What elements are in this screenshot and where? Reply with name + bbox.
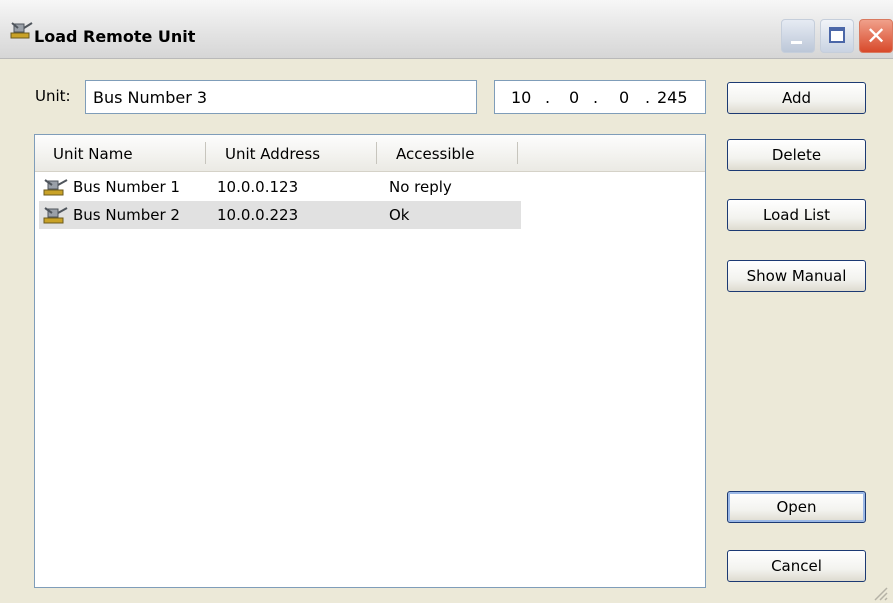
list-header: Unit Name Unit Address Accessible bbox=[35, 135, 705, 172]
add-button[interactable]: Add bbox=[727, 82, 866, 114]
close-button[interactable]: ✕ bbox=[859, 19, 893, 53]
cancel-button[interactable]: Cancel bbox=[727, 550, 866, 582]
accessible-cell: Ok bbox=[389, 206, 410, 224]
column-header-unit-address[interactable]: Unit Address bbox=[225, 145, 320, 163]
unit-name-cell: Bus Number 2 bbox=[73, 206, 180, 224]
unit-name-cell: Bus Number 1 bbox=[73, 178, 180, 196]
ip-octet-4[interactable]: 245 bbox=[657, 88, 688, 107]
unit-name-input[interactable] bbox=[85, 80, 477, 114]
ip-separator: . bbox=[545, 88, 551, 107]
column-divider[interactable] bbox=[517, 142, 518, 164]
delete-button[interactable]: Delete bbox=[727, 139, 866, 171]
column-divider[interactable] bbox=[205, 142, 206, 164]
ip-separator: . bbox=[645, 88, 651, 107]
unit-address-cell: 10.0.0.123 bbox=[217, 178, 299, 196]
window-title: Load Remote Unit bbox=[34, 27, 196, 46]
maximize-icon bbox=[829, 27, 845, 43]
column-divider[interactable] bbox=[376, 142, 377, 164]
column-header-unit-name[interactable]: Unit Name bbox=[53, 145, 133, 163]
load-remote-unit-window: Load Remote Unit ✕ Unit: 10 . 0 . 0 . 24… bbox=[0, 0, 893, 603]
title-bar[interactable]: Load Remote Unit ✕ bbox=[0, 0, 893, 59]
ip-octet-3[interactable]: 0 bbox=[619, 88, 629, 107]
network-unit-icon bbox=[43, 207, 68, 224]
network-unit-icon bbox=[10, 22, 33, 39]
load-list-button[interactable]: Load List bbox=[727, 199, 866, 231]
minimize-button[interactable] bbox=[781, 19, 815, 53]
unit-list[interactable]: Unit Name Unit Address Accessible Bus Nu… bbox=[34, 134, 706, 588]
close-icon: ✕ bbox=[866, 22, 887, 50]
column-header-accessible[interactable]: Accessible bbox=[396, 145, 474, 163]
accessible-cell: No reply bbox=[389, 178, 452, 196]
ip-separator: . bbox=[593, 88, 599, 107]
unit-label: Unit: bbox=[35, 87, 71, 105]
list-item[interactable]: Bus Number 2 10.0.0.223 Ok bbox=[39, 201, 521, 229]
ip-octet-1[interactable]: 10 bbox=[511, 88, 531, 107]
ip-octet-2[interactable]: 0 bbox=[569, 88, 579, 107]
network-unit-icon bbox=[43, 179, 68, 196]
open-button[interactable]: Open bbox=[727, 491, 866, 523]
show-manual-button[interactable]: Show Manual bbox=[727, 260, 866, 292]
ip-address-field[interactable]: 10 . 0 . 0 . 245 bbox=[494, 80, 706, 114]
unit-address-cell: 10.0.0.223 bbox=[217, 206, 299, 224]
minimize-icon bbox=[791, 41, 802, 44]
list-item[interactable]: Bus Number 1 10.0.0.123 No reply bbox=[39, 173, 521, 201]
maximize-button[interactable] bbox=[820, 19, 854, 53]
resize-grip-icon[interactable] bbox=[870, 583, 888, 601]
